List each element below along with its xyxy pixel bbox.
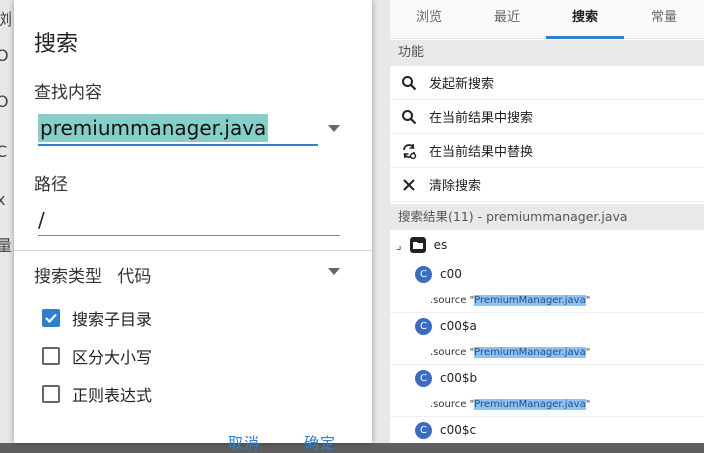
option-case-sensitive[interactable]: 区分大小写 <box>42 344 152 368</box>
search-icon <box>400 74 418 92</box>
result-prefix: .source " <box>430 399 475 410</box>
action-label: 发起新搜索 <box>429 77 495 92</box>
search-type-dropdown-icon[interactable] <box>328 268 340 275</box>
search-icon <box>400 108 418 126</box>
action-label: 在当前结果中替换 <box>429 145 534 160</box>
tree-folder-row[interactable]: ⌟ es <box>390 235 704 255</box>
new-search-action[interactable]: 发起新搜索 <box>390 66 704 100</box>
option-subdirectories[interactable]: 搜索子目录 <box>42 306 152 330</box>
search-type-label: 搜索类型 <box>34 267 102 287</box>
search-result-row[interactable]: .source "PremiumManager.java" <box>390 394 704 417</box>
option-label: 正则表达式 <box>72 386 153 405</box>
checkbox[interactable] <box>42 347 60 365</box>
edge-text: O <box>0 92 9 111</box>
replace-icon <box>400 142 418 160</box>
option-regex[interactable]: 正则表达式 <box>42 382 152 406</box>
search-in-results-action[interactable]: 在当前结果中搜索 <box>390 100 704 134</box>
dialog-title: 搜索 <box>34 32 79 57</box>
path-input[interactable]: / <box>38 205 340 236</box>
edge-text: O <box>0 46 9 65</box>
tree-class-row[interactable]: C c00 <box>390 264 704 284</box>
divider <box>14 250 372 251</box>
edge-text: 浏 <box>0 10 13 29</box>
edge-text: x <box>0 190 6 209</box>
tree-class-row[interactable]: C c00$b <box>390 368 704 388</box>
close-icon <box>400 176 418 194</box>
result-suffix: " <box>585 347 591 358</box>
search-result-row[interactable]: .source "PremiumManager.java" <box>390 342 704 365</box>
class-name: c00$c <box>440 423 477 437</box>
folder-name: es <box>433 238 448 252</box>
class-icon: C <box>415 317 432 335</box>
checkmark-icon <box>45 313 57 324</box>
result-match: PremiumManager.java <box>474 295 586 306</box>
result-suffix: " <box>585 295 591 306</box>
search-type-select[interactable]: 搜索类型 代码 <box>34 262 151 287</box>
path-value: / <box>38 208 45 232</box>
search-result-row[interactable]: .source "PremiumManager.java" <box>390 290 704 313</box>
tab-recent[interactable]: 最近 <box>468 0 546 38</box>
replace-in-results-action[interactable]: 在当前结果中替换 <box>390 134 704 168</box>
clear-search-action[interactable]: 清除搜索 <box>390 168 704 202</box>
class-name: c00 <box>440 267 462 281</box>
query-history-dropdown-icon[interactable] <box>328 125 340 132</box>
folder-icon <box>409 237 426 253</box>
path-label: 路径 <box>34 175 68 195</box>
query-value: premiummanager.java <box>38 114 269 142</box>
class-name: c00$a <box>440 319 477 333</box>
search-panel: 浏览 最近 搜索 常量 功能 发起新搜索 在当前结果中搜索 在当前结果中替换 清… <box>390 0 704 443</box>
search-type-value: 代码 <box>117 267 152 287</box>
edge-text: C <box>0 142 8 161</box>
class-icon: C <box>415 369 432 387</box>
class-name: c00$b <box>440 371 478 385</box>
results-header: 搜索结果(11) - premiummanager.java <box>390 204 704 230</box>
search-dialog: 搜索 查找内容 premiummanager.java 路径 / 搜索类型 代码… <box>14 0 372 452</box>
expander-icon[interactable]: ⌟ <box>396 238 402 252</box>
result-suffix: " <box>585 399 591 410</box>
option-label: 区分大小写 <box>72 348 153 367</box>
result-prefix: .source " <box>430 295 475 306</box>
checkbox[interactable] <box>42 385 60 403</box>
edge-text: 量 <box>0 236 13 255</box>
tab-bar: 浏览 最近 搜索 常量 <box>390 0 704 39</box>
result-match: PremiumManager.java <box>474 347 586 358</box>
tab-constants[interactable]: 常量 <box>624 0 704 38</box>
class-icon: C <box>415 421 432 439</box>
query-label: 查找内容 <box>34 83 102 103</box>
result-prefix: .source " <box>430 347 475 358</box>
active-tab-indicator <box>546 36 624 39</box>
result-match: PremiumManager.java <box>474 399 586 410</box>
tree-class-row[interactable]: C c00$c <box>390 420 704 440</box>
checkbox[interactable] <box>42 309 60 327</box>
tree-class-row[interactable]: C c00$a <box>390 316 704 336</box>
option-label: 搜索子目录 <box>72 310 153 329</box>
action-label: 在当前结果中搜索 <box>429 111 534 126</box>
tab-search[interactable]: 搜索 <box>546 0 624 38</box>
class-icon: C <box>415 265 432 283</box>
tab-browse[interactable]: 浏览 <box>390 0 468 38</box>
functions-header: 功能 <box>390 40 704 66</box>
query-input[interactable]: premiummanager.java <box>38 114 318 146</box>
action-label: 清除搜索 <box>429 179 482 194</box>
